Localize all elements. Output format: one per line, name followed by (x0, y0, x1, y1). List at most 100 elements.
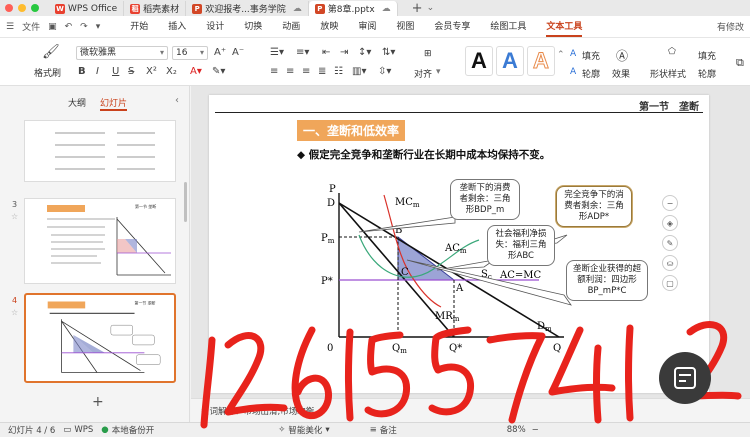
callout-competitive-consumer-surplus[interactable]: 完全竞争下的消费者剩余：三角形ADP* (556, 186, 632, 227)
indent-increase-icon[interactable]: ⇥ (340, 47, 348, 59)
callout-monopoly-consumer-surplus[interactable]: 垄断下的消费者剩余：三角形BDP_m (450, 179, 520, 220)
text-fill-icon[interactable]: A (570, 49, 576, 59)
superscript-icon[interactable]: X² (146, 66, 157, 78)
modified-status[interactable]: 有修改 (717, 20, 750, 33)
menu-drawing-tools[interactable]: 绘图工具 (490, 16, 526, 37)
italic-icon[interactable]: I (96, 66, 99, 78)
align-center-icon[interactable]: ≡ (286, 66, 294, 78)
text-style-orange-button[interactable]: A (527, 46, 555, 76)
align-left-icon[interactable]: ≡ (270, 66, 278, 78)
save-icon[interactable]: ▣ (48, 22, 57, 32)
line-spacing-icon[interactable]: ↕▾ (358, 47, 371, 59)
tab-presentation-2[interactable]: P 第8章.pptx ☁ (308, 1, 398, 16)
distribute-icon[interactable]: ☷ (334, 66, 343, 78)
current-slide[interactable]: 第一节 垄断 一、垄断和低效率 ◆ 假定完全竞争和垄断行业在长期中成本均保持不变… (209, 95, 709, 393)
slide-thumbnail-3[interactable]: 第一节 垄断 (24, 198, 176, 284)
menu-review[interactable]: 审阅 (358, 16, 376, 37)
menu-slideshow[interactable]: 放映 (320, 16, 338, 37)
callout-welfare-loss[interactable]: 社会福利净损失：福利三角形ABC (487, 225, 555, 266)
shape-style-icon[interactable]: ⬠ (668, 47, 676, 57)
effects-label[interactable]: 效果 (612, 67, 630, 80)
layers-icon[interactable]: ◈ (662, 215, 678, 231)
minus-icon[interactable]: − (662, 195, 678, 211)
add-slide-button[interactable]: + (92, 394, 104, 410)
chevron-down-icon[interactable]: ⌄ (427, 3, 435, 13)
minimize-window-button[interactable] (18, 4, 26, 12)
menu-home[interactable]: 开始 (130, 16, 148, 37)
numbered-list-icon[interactable]: ≡▾ (296, 47, 309, 59)
close-window-button[interactable] (5, 4, 13, 12)
format-painter-icon[interactable]: 🖌 (42, 45, 60, 59)
font-color-icon[interactable]: A▾ (190, 66, 202, 78)
zoom-out-icon[interactable]: − (532, 425, 539, 435)
strikethrough-icon[interactable]: S̶ (128, 66, 134, 78)
underline-icon[interactable]: U (112, 66, 119, 78)
menu-animation[interactable]: 动画 (282, 16, 300, 37)
theme-name[interactable]: ▭ WPS (63, 425, 93, 435)
subscript-icon[interactable]: X₂ (166, 66, 177, 78)
star-icon[interactable]: ☆ (11, 308, 18, 317)
shape-fill-label[interactable]: 填充 (698, 49, 716, 62)
highlight-icon[interactable]: ✎▾ (212, 66, 225, 78)
menu-insert[interactable]: 插入 (168, 16, 186, 37)
chevron-down-icon[interactable]: ▾ (96, 22, 101, 32)
menu-member[interactable]: 会员专享 (434, 16, 470, 37)
ocr-scan-button[interactable] (659, 352, 711, 404)
font-size-select[interactable]: 16 (172, 46, 208, 60)
menu-text-tools[interactable]: 文本工具 (546, 16, 583, 37)
smart-beautify-button[interactable]: ✧ 智能美化 ▾ (278, 424, 329, 436)
maximize-window-button[interactable] (31, 4, 39, 12)
new-tab-icon[interactable]: + (412, 1, 423, 16)
shape-icon[interactable]: ▢ (662, 275, 678, 291)
bullet-list-icon[interactable]: ☰▾ (270, 47, 284, 59)
slide-thumbnail-4[interactable]: 第一节 垄断 (24, 293, 176, 383)
collapse-panel-icon[interactable]: ‹ (175, 95, 179, 106)
tab-outline[interactable]: 大纲 (68, 96, 86, 111)
fill-label[interactable]: 填充 (582, 49, 600, 62)
menu-view[interactable]: 视图 (396, 16, 414, 37)
file-menu[interactable]: 文件 (22, 20, 40, 33)
justify-icon[interactable]: ≣ (318, 66, 326, 78)
font-shrink-icon[interactable]: A⁻ (232, 47, 244, 59)
chevron-up-icon[interactable]: ⌃ (557, 50, 565, 60)
pen-icon[interactable]: ✎ (662, 235, 678, 251)
tab-presentation-1[interactable]: P 欢迎报考...事务学院 ☁ (186, 1, 309, 16)
tab-daoke[interactable]: 稻 稻壳素材 (124, 1, 187, 16)
text-effects-icon[interactable]: Ⓐ (616, 47, 628, 64)
text-style-blue-button[interactable]: A (496, 46, 524, 76)
fill-bucket-icon[interactable]: ⛀ (662, 255, 678, 271)
callout-monopoly-profit[interactable]: 垄断企业获得的超额利润：四边形BP_mP*C (566, 260, 648, 301)
menu-transition[interactable]: 切换 (244, 16, 262, 37)
text-style-black-button[interactable]: A (465, 46, 493, 76)
chevron-down-icon[interactable]: ▾ (436, 67, 441, 77)
redo-icon[interactable]: ↷ (80, 22, 88, 32)
valign-icon[interactable]: ⇳▾ (378, 66, 391, 78)
tab-slides[interactable]: 幻灯片 (100, 96, 128, 111)
tab-wps-office[interactable]: W WPS Office (49, 1, 125, 16)
text-outline-icon[interactable]: A (570, 67, 576, 77)
columns-icon[interactable]: ▥▾ (352, 66, 366, 78)
backup-status[interactable]: ● 本地备份开 (101, 424, 154, 436)
undo-icon[interactable]: ↶ (65, 22, 73, 32)
slide-thumbnail-2[interactable] (24, 120, 176, 182)
notes-button[interactable]: ≡ 备注 (370, 424, 397, 436)
star-icon[interactable]: ☆ (11, 212, 18, 221)
text-direction-icon[interactable]: ⇅▾ (382, 47, 395, 59)
outline-label[interactable]: 轮廓 (582, 67, 600, 80)
panel-scrollbar[interactable] (184, 182, 187, 222)
font-grow-icon[interactable]: A⁺ (214, 47, 226, 59)
indent-decrease-icon[interactable]: ⇤ (322, 47, 330, 59)
align-label[interactable]: 对齐 (414, 67, 432, 80)
shape-style-label[interactable]: 形状样式 (650, 67, 686, 80)
align-menu-icon[interactable]: ⊞ (424, 49, 432, 59)
align-right-icon[interactable]: ≡ (302, 66, 310, 78)
format-painter-label[interactable]: 格式刷 (34, 66, 61, 79)
bold-icon[interactable]: B (78, 66, 86, 78)
shape-outline-label[interactable]: 轮廓 (698, 67, 716, 80)
hamburger-icon[interactable]: ☰ (6, 22, 14, 32)
font-name-select[interactable]: 微软雅黑 (76, 46, 168, 60)
menu-design[interactable]: 设计 (206, 16, 224, 37)
slide-notes[interactable]: 名词解释：市场出清,市场均衡 (191, 398, 750, 422)
zoom-level[interactable]: 88% (507, 425, 526, 435)
more-icon[interactable]: ⧉ (736, 56, 744, 70)
